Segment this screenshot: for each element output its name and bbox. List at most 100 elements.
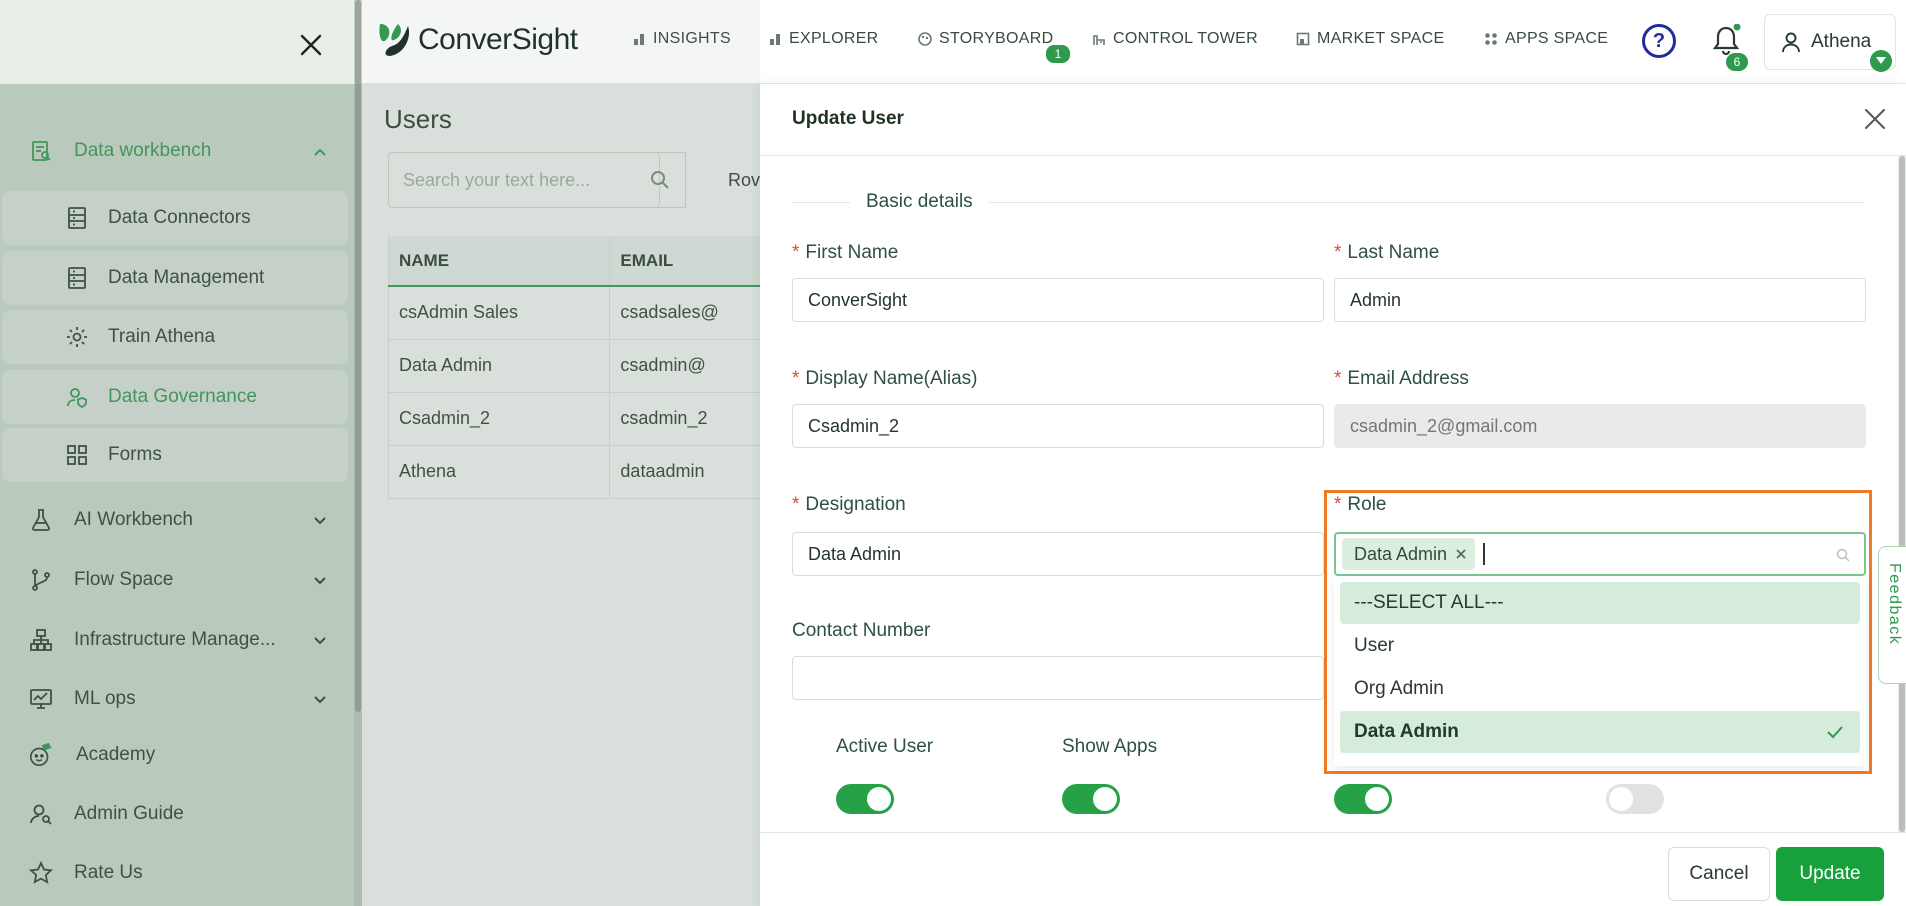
sidebar-item-rate-us[interactable]: Rate Us <box>28 860 143 886</box>
bar-chart-icon <box>632 32 646 46</box>
option-label: Data Admin <box>1354 721 1459 742</box>
user-search-icon <box>28 801 54 827</box>
nav-market-space[interactable]: MARKET SPACE <box>1296 30 1444 48</box>
designation-field[interactable] <box>792 532 1324 576</box>
scrollbar-thumb[interactable] <box>355 0 361 712</box>
chevron-down-icon <box>314 637 326 645</box>
sidebar-item-admin-guide[interactable]: Admin Guide <box>28 801 184 827</box>
sidebar: Data workbench Data Connectors Data Mana… <box>0 0 354 906</box>
drawer-close-button[interactable] <box>1860 104 1890 134</box>
cell-name: Data Admin <box>388 339 611 393</box>
search-field[interactable] <box>388 152 660 208</box>
drawer-title: Update User <box>792 108 904 129</box>
toggle-4[interactable] <box>1606 784 1664 814</box>
sidebar-group-label: Flow Space <box>74 569 174 590</box>
role-option-org-admin[interactable]: Org Admin <box>1340 668 1860 710</box>
drawer-scrollbar[interactable] <box>1898 156 1906 832</box>
sidebar-group-label: Data workbench <box>74 140 212 161</box>
active-user-toggle[interactable] <box>836 784 894 814</box>
show-apps-label: Show Apps <box>1062 736 1158 757</box>
role-option-data-admin[interactable]: Data Admin <box>1340 711 1860 753</box>
cell-name: Athena <box>388 445 611 499</box>
toggle-knob <box>1365 787 1389 811</box>
role-option-user[interactable]: User <box>1340 625 1860 667</box>
contact-number-field[interactable] <box>792 656 1324 700</box>
sidebar-group-data-workbench[interactable]: Data workbench <box>28 138 326 164</box>
logo-mark-icon <box>379 24 410 56</box>
sidebar-item-label: Forms <box>108 444 162 465</box>
nav-explorer[interactable]: EXPLORER <box>768 30 879 48</box>
conversight-logo[interactable]: ConverSight <box>374 20 578 60</box>
sidebar-item-data-governance[interactable]: Data Governance <box>2 370 348 424</box>
sidebar-group-ai-workbench[interactable]: AI Workbench <box>28 507 326 533</box>
help-button[interactable]: ? <box>1642 24 1676 58</box>
bar-chart-icon <box>768 32 782 46</box>
table-row[interactable]: Athena dataadmin <box>388 445 788 499</box>
user-icon <box>1782 32 1800 53</box>
sidebar-group-flow-space[interactable]: Flow Space <box>28 567 326 593</box>
sidebar-item-label: Academy <box>76 744 156 765</box>
nav-insights[interactable]: INSIGHTS <box>632 30 731 48</box>
role-multiselect[interactable]: Data Admin <box>1334 532 1866 576</box>
first-name-label: * First Name <box>792 242 898 264</box>
toggle-knob <box>867 787 891 811</box>
nav-apps-space[interactable]: APPS SPACE <box>1484 30 1608 48</box>
user-menu-caret[interactable] <box>1870 50 1892 72</box>
nav-control-tower[interactable]: CONTROL TOWER <box>1092 30 1258 48</box>
git-branch-icon <box>28 567 54 593</box>
sidebar-group-infrastructure[interactable]: Infrastructure Manage... <box>28 627 326 653</box>
sitemap-icon <box>28 627 54 653</box>
display-name-field[interactable] <box>792 404 1324 448</box>
sidebar-group-label: Infrastructure Manage... <box>74 629 276 650</box>
table-row[interactable]: csAdmin Sales csadsales@ <box>388 286 788 340</box>
sidebar-group-ml-ops[interactable]: ML ops <box>28 686 326 712</box>
required-marker: * <box>1334 242 1342 263</box>
chip-remove-icon[interactable] <box>1455 548 1467 560</box>
storyboard-badge: 1 <box>1046 45 1070 63</box>
toggle-3[interactable] <box>1334 784 1392 814</box>
caret-down-icon <box>1876 57 1886 64</box>
users-page: Users Rov NAME EMAIL csAdmin Salescsadsa… <box>362 84 788 906</box>
sidebar-item-data-connectors[interactable]: Data Connectors <box>2 191 348 245</box>
cancel-button[interactable]: Cancel <box>1668 847 1770 901</box>
nav-storyboard[interactable]: STORYBOARD <box>918 30 1053 48</box>
sidebar-item-academy[interactable]: Academy <box>28 742 155 768</box>
user-shield-icon <box>64 384 90 410</box>
table-row[interactable]: Csadmin_2 csadmin_2 <box>388 392 788 446</box>
sidebar-header <box>0 0 354 84</box>
role-option-select-all[interactable]: ---SELECT ALL--- <box>1340 582 1860 624</box>
sidebar-item-label: Train Athena <box>108 326 216 347</box>
cell-name: csAdmin Sales <box>388 286 611 340</box>
designation-label: * Designation <box>792 494 906 516</box>
table-row[interactable]: Data Admin csadmin@ <box>388 339 788 393</box>
last-name-label: * Last Name <box>1334 242 1439 264</box>
search-input[interactable] <box>389 169 609 191</box>
sidebar-item-data-management[interactable]: Data Management <box>2 251 348 305</box>
email-label: * Email Address <box>1334 368 1469 390</box>
feedback-tab[interactable]: Feedback <box>1878 546 1906 684</box>
update-button[interactable]: Update <box>1776 847 1884 901</box>
show-apps-toggle[interactable] <box>1062 784 1120 814</box>
sidebar-item-forms[interactable]: Forms <box>2 428 348 482</box>
palette-icon <box>918 32 932 46</box>
sidebar-item-train-athena[interactable]: Train Athena <box>2 310 348 364</box>
first-name-field[interactable] <box>792 278 1324 322</box>
last-name-field[interactable] <box>1334 278 1866 322</box>
sidebar-scrollbar[interactable] <box>354 0 362 906</box>
search-button[interactable] <box>634 152 686 208</box>
feedback-label: Feedback <box>1886 563 1903 646</box>
display-name-label: * Display Name(Alias) <box>792 368 978 390</box>
scrollbar-thumb[interactable] <box>1899 156 1905 832</box>
close-icon <box>300 34 322 56</box>
section-title: Basic details <box>850 191 989 213</box>
sidebar-close-button[interactable] <box>296 30 326 60</box>
column-header-name[interactable]: NAME <box>388 236 611 287</box>
rows-per-page-label: Rov <box>728 170 761 190</box>
brand-name: ConverSight <box>418 23 578 56</box>
role-dropdown: ---SELECT ALL--- User Org Admin Data Adm… <box>1334 578 1866 766</box>
sidebar-group-label: AI Workbench <box>74 509 193 530</box>
flask-icon <box>28 507 54 533</box>
sidebar-item-label: Data Connectors <box>108 207 251 228</box>
close-icon <box>1865 109 1885 129</box>
nav-label: CONTROL TOWER <box>1113 30 1258 47</box>
